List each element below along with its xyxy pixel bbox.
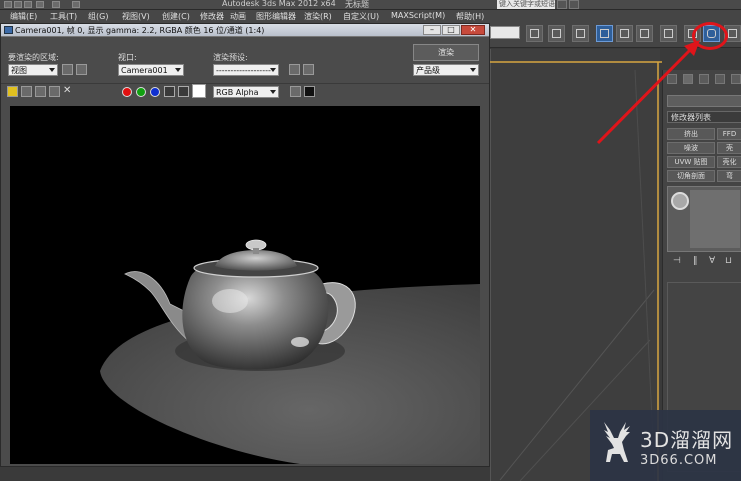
display-channel-dropdown[interactable]: RGB Alpha <box>213 86 279 98</box>
blue-channel-toggle[interactable] <box>150 87 160 97</box>
save-image-icon[interactable] <box>7 86 18 97</box>
teapot-knob-stem <box>253 248 259 254</box>
render-preset-label: 渲染预设: <box>213 53 248 62</box>
color-swatch[interactable] <box>192 84 206 98</box>
modifier-shell2-button[interactable]: 壳化 <box>717 156 741 168</box>
red-channel-toggle[interactable] <box>122 87 132 97</box>
pin-stack-icon[interactable]: ⊣ <box>673 256 681 266</box>
display-tab-icon[interactable] <box>731 74 741 84</box>
teapot-highlight <box>212 289 248 313</box>
green-channel-toggle[interactable] <box>136 87 146 97</box>
monochrome-toggle[interactable] <box>178 86 189 97</box>
render-window-title-bar[interactable]: Camera001, 帧 0, 显示 gamma: 2.2, RGBA 颜色 1… <box>1 24 489 37</box>
modifier-stack[interactable] <box>667 186 741 252</box>
motion-tab-icon[interactable] <box>715 74 725 84</box>
edit-region-icon[interactable] <box>62 64 73 75</box>
make-unique-icon[interactable]: ∀ <box>709 256 715 266</box>
render-window-title: Camera001, 帧 0, 显示 gamma: 2.2, RGBA 颜色 1… <box>15 26 265 35</box>
modifier-list-dropdown[interactable]: 修改器列表 <box>667 111 741 123</box>
auto-region-icon[interactable] <box>76 64 87 75</box>
teapot-render <box>100 239 480 464</box>
restore-button[interactable]: □ <box>442 25 460 35</box>
render-button[interactable]: 渲染 <box>413 44 479 61</box>
modifier-extrude-button[interactable]: 挤出 <box>667 128 715 140</box>
viewport-label: 视口: <box>118 53 137 62</box>
watermark-url: 3D66.COM <box>640 453 718 468</box>
clone-window-icon[interactable] <box>35 86 46 97</box>
hierarchy-tab-icon[interactable] <box>699 74 709 84</box>
clear-icon[interactable]: ✕ <box>63 86 74 97</box>
toggle-ui-icon[interactable] <box>304 86 315 97</box>
modifier-bend-button[interactable]: 弯 <box>717 170 741 182</box>
area-to-render-label: 要渲染的区域: <box>8 53 59 62</box>
modifier-noise-button[interactable]: 噪波 <box>667 142 715 154</box>
alpha-channel-toggle[interactable] <box>164 86 175 97</box>
modifier-stack-list[interactable] <box>690 190 740 248</box>
rendered-image <box>10 106 480 464</box>
minimize-button[interactable]: – <box>423 25 441 35</box>
render-quality-dropdown[interactable]: 产品级 <box>413 64 479 76</box>
deer-logo-icon <box>604 422 630 462</box>
remove-modifier-icon[interactable]: ⊔ <box>725 256 732 266</box>
modifier-shell-button[interactable]: 壳 <box>717 142 741 154</box>
show-end-result-icon[interactable]: ‖ <box>693 256 698 266</box>
area-to-render-dropdown[interactable]: 视图 <box>8 64 58 76</box>
rendered-frame-window: Camera001, 帧 0, 显示 gamma: 2.2, RGBA 颜色 1… <box>0 23 490 467</box>
annotation-circle <box>692 22 728 50</box>
render-window-app-icon <box>4 26 13 34</box>
viewport-dropdown[interactable]: Camera001 <box>118 64 184 76</box>
lock-viewport-icon[interactable] <box>193 64 204 75</box>
stack-tools: ⊣ ‖ ∀ ⊔ <box>667 256 741 268</box>
object-type-icon <box>671 192 689 210</box>
print-image-icon[interactable] <box>49 86 60 97</box>
modifier-chamfer-button[interactable]: 切角剖面 <box>667 170 715 182</box>
toggle-ui-overlay-icon[interactable] <box>290 86 301 97</box>
environment-effects-icon[interactable] <box>303 64 314 75</box>
watermark-brand: 3D溜溜网 <box>640 428 734 452</box>
close-button[interactable]: ✕ <box>461 25 485 35</box>
object-name-field[interactable] <box>667 95 741 107</box>
create-tab-icon[interactable] <box>667 74 677 84</box>
teapot-highlight-small <box>291 337 309 347</box>
render-preset-dropdown[interactable]: ------------------- <box>213 64 279 76</box>
modify-tab-icon[interactable] <box>683 74 693 84</box>
modifier-uvw-map-button[interactable]: UVW 贴图 <box>667 156 715 168</box>
watermark: 3D溜溜网 3D66.COM <box>590 410 741 481</box>
copy-image-icon[interactable] <box>21 86 32 97</box>
render-setup-small-icon[interactable] <box>289 64 300 75</box>
modifier-ffd-button[interactable]: FFD <box>717 128 741 140</box>
